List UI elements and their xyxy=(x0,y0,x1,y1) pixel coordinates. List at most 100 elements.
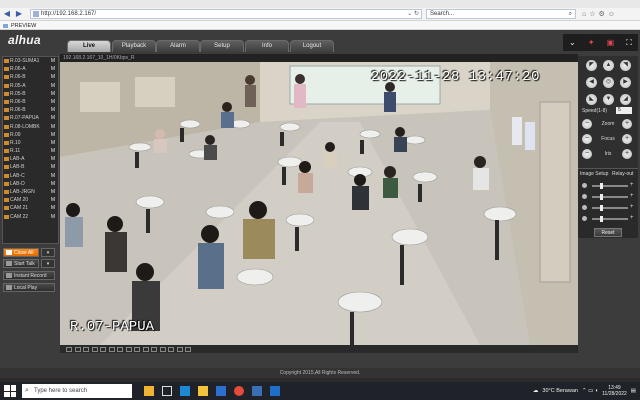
tab-alarm[interactable]: Alarm xyxy=(156,40,200,52)
channel-main-stream[interactable]: M xyxy=(51,131,55,139)
channel-item[interactable]: R.06-B M xyxy=(3,73,58,81)
channel-item[interactable]: R.06-B M xyxy=(3,98,58,106)
reset-button[interactable]: Reset xyxy=(594,228,622,237)
channel-item[interactable]: LAB-C M xyxy=(3,172,58,180)
back-icon[interactable]: ◀ xyxy=(2,9,12,19)
layout-4-icon[interactable] xyxy=(74,346,81,352)
channel-item[interactable]: R.03-SUMA1 M xyxy=(3,57,58,65)
channel-main-stream[interactable]: M xyxy=(51,139,55,147)
tab-playback[interactable]: Playback xyxy=(112,40,156,52)
talk-dropdown[interactable]: ▾ xyxy=(41,259,55,268)
notification-icon[interactable]: ▤ xyxy=(631,388,636,394)
speed-select[interactable]: 5 xyxy=(616,107,632,114)
channel-item[interactable]: R.05-B M xyxy=(3,90,58,98)
channel-main-stream[interactable]: M xyxy=(51,123,55,131)
channel-main-stream[interactable]: M xyxy=(51,213,55,221)
ptz-up-right-icon[interactable]: ◥ xyxy=(620,60,631,71)
channel-item[interactable]: R.06-B M xyxy=(3,106,58,114)
ptz-center-icon[interactable]: ◎ xyxy=(603,77,614,88)
refresh-icon[interactable]: ⌄ ↻ xyxy=(407,10,419,18)
audio-icon[interactable] xyxy=(168,346,174,352)
channel-main-stream[interactable]: M xyxy=(51,196,55,204)
layout-16-icon[interactable] xyxy=(108,346,115,352)
hue-slider[interactable]: + xyxy=(582,215,636,223)
iris-close-button[interactable]: − xyxy=(582,149,592,159)
layout-9-icon[interactable] xyxy=(91,346,98,352)
snapshot-icon[interactable] xyxy=(151,346,157,352)
forward-icon[interactable]: ▶ xyxy=(14,9,24,19)
channel-item[interactable]: R.05-A M xyxy=(3,82,58,90)
focus-in-button[interactable]: + xyxy=(622,134,632,144)
store-icon[interactable] xyxy=(216,386,226,396)
layout-8-icon[interactable] xyxy=(83,346,89,352)
file-explorer-icon[interactable] xyxy=(198,386,208,396)
channel-main-stream[interactable]: M xyxy=(51,204,55,212)
channel-item[interactable]: R.10 M xyxy=(3,139,58,147)
zoom-in-button[interactable]: + xyxy=(622,119,632,129)
channel-item[interactable]: CAM 20 M xyxy=(3,196,58,204)
tab-live[interactable]: Live xyxy=(67,40,111,52)
tab-setup[interactable]: Setup xyxy=(200,40,244,52)
tray-icons[interactable]: ⌃ ▭ ◖ xyxy=(582,388,598,394)
fullscreen-icon[interactable]: ⛶ xyxy=(626,38,632,48)
channel-item[interactable]: R.09 M xyxy=(3,131,58,139)
start-talk-button[interactable]: Start Talk xyxy=(3,259,39,268)
channel-main-stream[interactable]: M xyxy=(51,172,55,180)
ptz-down-right-icon[interactable]: ◢ xyxy=(620,94,631,105)
relay-out-tab[interactable]: Relay-out xyxy=(612,171,633,177)
brightness-slider[interactable]: + xyxy=(582,182,636,190)
channel-item[interactable]: CAM 22 M xyxy=(3,213,58,221)
record-icon[interactable]: ▣ xyxy=(607,38,615,47)
saturation-slider[interactable]: + xyxy=(582,204,636,212)
view-dropdown[interactable]: ▾ xyxy=(41,248,55,257)
gift-icon[interactable] xyxy=(144,386,154,396)
channel-item[interactable]: R.07-PAPUA M xyxy=(3,114,58,122)
app-icon[interactable] xyxy=(252,386,262,396)
ptz-left-icon[interactable]: ◀ xyxy=(586,77,597,88)
ptz-up-icon[interactable]: ▲ xyxy=(603,60,614,71)
channel-item[interactable]: LAB-JRGN M xyxy=(3,188,58,196)
channel-main-stream[interactable]: M xyxy=(51,106,55,114)
channel-item[interactable]: R.08-LOMBK M xyxy=(3,123,58,131)
fullscreen-small-icon[interactable] xyxy=(142,346,149,352)
search-icon[interactable]: ⌕ xyxy=(569,10,572,18)
windows-start-icon[interactable] xyxy=(4,385,16,397)
close-all-button[interactable]: Close All xyxy=(3,248,39,257)
contrast-slider[interactable]: + xyxy=(582,193,636,201)
tab-preview[interactable]: PREVIEW xyxy=(2,22,36,30)
tab-info[interactable]: Info xyxy=(245,40,289,52)
focus-out-button[interactable]: − xyxy=(582,134,592,144)
instant-record-button[interactable]: Instant Record xyxy=(3,271,55,280)
zoom-out-button[interactable]: − xyxy=(582,119,592,129)
weather-text[interactable]: 30°C Berawan xyxy=(542,388,578,394)
camera-feed[interactable]: 2022-11-28 13:47:20 R.07-PAPUA xyxy=(60,62,578,345)
channel-main-stream[interactable]: M xyxy=(51,147,55,155)
taskbar-search-input[interactable]: ⌕ Type here to search xyxy=(22,384,132,398)
layout-13-icon[interactable] xyxy=(100,346,106,352)
user-icon[interactable]: ✦ xyxy=(588,38,595,47)
image-setup-tab[interactable]: Image Setup xyxy=(580,171,608,177)
task-view-icon[interactable] xyxy=(162,386,172,396)
ptz-right-icon[interactable]: ▶ xyxy=(620,77,631,88)
ie-icon[interactable] xyxy=(270,386,280,396)
channel-item[interactable]: LAB-A M xyxy=(3,155,58,163)
channel-item[interactable]: R.11 M xyxy=(3,147,58,155)
layout-36-icon[interactable] xyxy=(134,346,140,352)
channel-main-stream[interactable]: M xyxy=(51,114,55,122)
channel-main-stream[interactable]: M xyxy=(51,98,55,106)
weather-icon[interactable]: ☁ xyxy=(533,388,539,394)
tab-logout[interactable]: Logout xyxy=(290,40,334,52)
channel-main-stream[interactable]: M xyxy=(51,57,55,65)
layout-20-icon[interactable] xyxy=(117,346,123,352)
channel-item[interactable]: LAB-D M xyxy=(3,180,58,188)
stream-icon[interactable] xyxy=(185,346,191,352)
channel-item[interactable]: CAM 21 M xyxy=(3,204,58,212)
channel-main-stream[interactable]: M xyxy=(51,90,55,98)
clock[interactable]: 13:49 11/28/2022 xyxy=(602,385,627,397)
ptz-down-left-icon[interactable]: ◣ xyxy=(586,94,597,105)
channel-main-stream[interactable]: M xyxy=(51,188,55,196)
channel-main-stream[interactable]: M xyxy=(51,163,55,171)
chrome-icon[interactable] xyxy=(234,386,244,396)
zoom-icon[interactable] xyxy=(159,346,166,352)
chevron-down-icon[interactable]: ⌄ xyxy=(569,38,576,47)
